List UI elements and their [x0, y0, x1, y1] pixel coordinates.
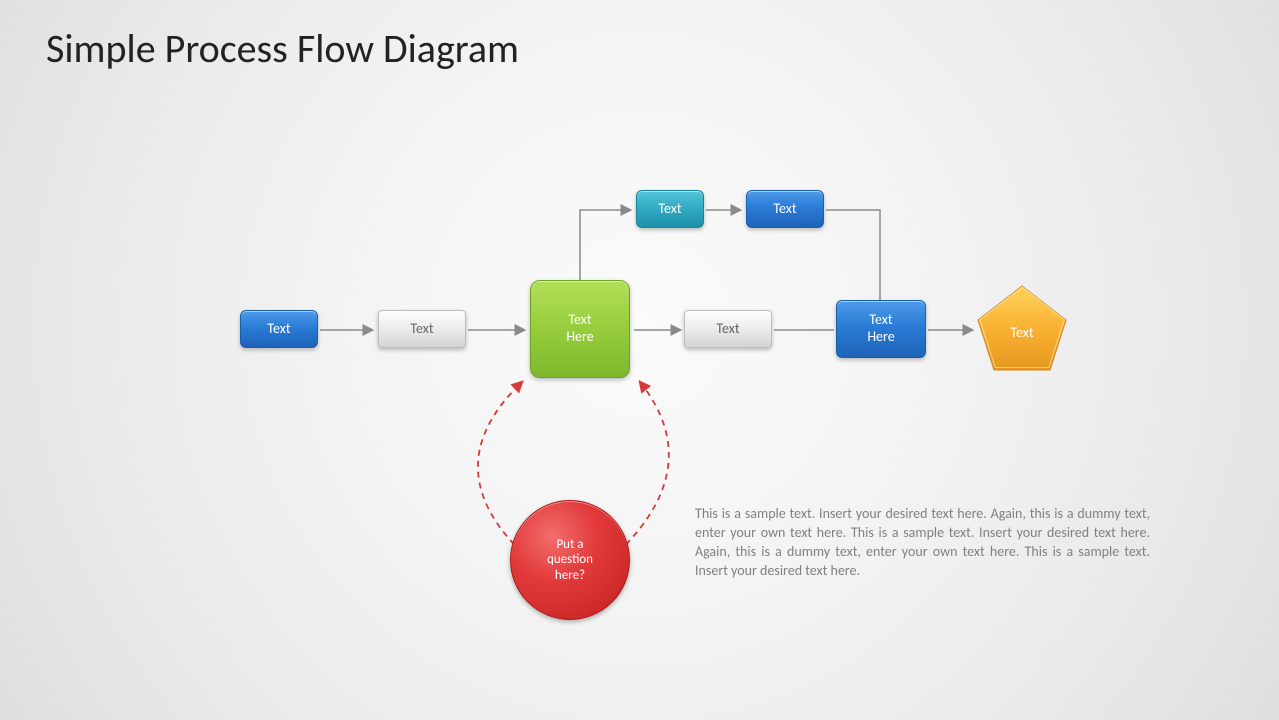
node-2[interactable]: Text	[378, 310, 466, 348]
node-5[interactable]: Text Here	[836, 300, 926, 358]
node-4-label: Text	[716, 321, 739, 338]
node-4[interactable]: Text	[684, 310, 772, 348]
node-top-2[interactable]: Text	[746, 190, 824, 228]
node-top-1[interactable]: Text	[636, 190, 704, 228]
slide-canvas: Simple Process Flow Diagram	[0, 0, 1279, 720]
node-top-1-label: Text	[658, 201, 681, 218]
node-2-label: Text	[410, 321, 433, 338]
node-6-label: Text	[976, 284, 1068, 372]
node-question[interactable]: Put a question here?	[510, 500, 630, 620]
node-question-label: Put a question here?	[547, 537, 593, 584]
connectors-layer	[0, 0, 1279, 720]
node-3-label: Text Here	[566, 312, 593, 346]
node-5-label: Text Here	[867, 312, 894, 346]
node-1[interactable]: Text	[240, 310, 318, 348]
node-6[interactable]: Text	[976, 284, 1068, 372]
node-1-label: Text	[267, 321, 290, 338]
body-text: This is a sample text. Insert your desir…	[695, 505, 1150, 581]
node-3[interactable]: Text Here	[530, 280, 630, 378]
slide-title: Simple Process Flow Diagram	[46, 24, 519, 73]
node-top-2-label: Text	[773, 201, 796, 218]
